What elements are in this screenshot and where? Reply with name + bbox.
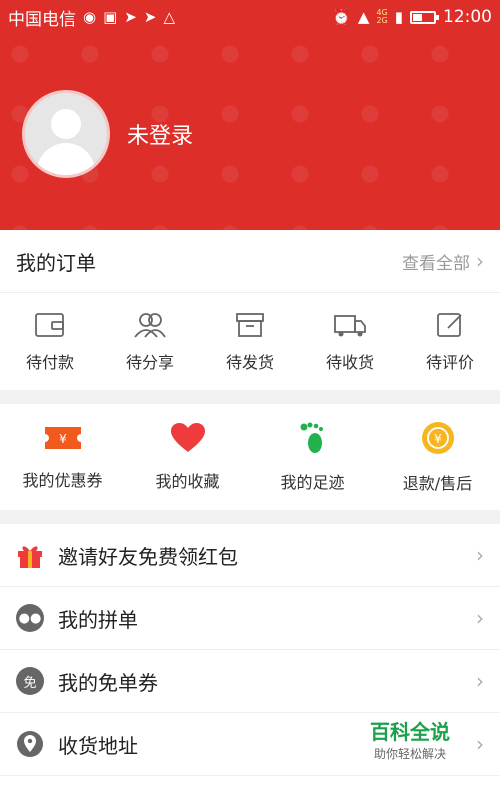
watermark-logo: 百科全说 助你轻松解决 [364,714,456,764]
menu-free-coupons[interactable]: 免 我的免单券 › [0,650,500,713]
heart-icon [170,423,205,452]
view-all-orders-link[interactable]: 查看全部 › [402,249,484,274]
network-label: 4G 2G [376,8,388,25]
battery-icon [410,10,439,24]
service-footprint[interactable]: 我的足迹 [250,404,375,510]
group-order-icon: ●● [16,604,44,632]
share-people-icon [134,312,166,338]
order-pending-share[interactable]: 待分享 [100,293,200,390]
coupon-icon: ¥ [44,427,81,449]
chevron-right-icon: › [476,669,484,693]
order-pending-receipt[interactable]: 待收货 [300,293,400,390]
svg-text:¥: ¥ [434,432,442,446]
service-refund[interactable]: ¥ 退款/售后 [375,404,500,510]
location-pin-icon [17,731,43,757]
menu-group-orders[interactable]: ●● 我的拼单 › [0,587,500,650]
gift-icon [18,546,42,568]
status-bar: 中国电信 ◉ ▣ ➤ ➤ △ ⏰ ▲ 4G 2G ▮ 12:00 [0,0,500,34]
order-pending-payment[interactable]: 待付款 [0,293,100,390]
services-card: ¥ 我的优惠券 我的收藏 我的足迹 ¥ 退款/售后 [0,404,500,510]
notification-icon: ➤ [124,7,137,26]
android-icon: △ [163,7,175,26]
login-link[interactable]: 未登录 [127,118,193,150]
chevron-right-icon: › [476,543,484,567]
wallet-icon [35,312,64,337]
orders-title: 我的订单 [16,250,96,275]
truck-icon [334,314,366,336]
clock: 12:00 [443,7,492,27]
notification-icon-2: ➤ [143,7,157,26]
service-coupons[interactable]: ¥ 我的优惠券 [0,404,125,510]
alarm-icon: ⏰ [332,7,351,26]
wechat-icon: ◉ [83,7,97,26]
free-coupon-icon: 免 [16,667,44,695]
orders-card: 我的订单 查看全部 › 待付款 待分享 待发货 待收货 待评价 [0,230,500,390]
edit-review-icon [437,312,462,337]
chevron-right-icon: › [476,732,484,756]
svg-text:¥: ¥ [59,432,67,446]
order-pending-review[interactable]: 待评价 [400,293,500,390]
footprint-icon [300,422,323,453]
package-box-icon [236,312,264,337]
profile-header: 未登录 [0,34,500,230]
service-favorites[interactable]: 我的收藏 [125,404,250,510]
order-pending-delivery[interactable]: 待发货 [200,293,300,390]
image-icon: ▣ [103,7,118,26]
signal-icon: ▮ [394,7,403,26]
menu-invite-friends[interactable]: 邀请好友免费领红包 › [0,524,500,587]
avatar[interactable] [22,90,110,178]
carrier-label: 中国电信 [8,9,76,30]
chevron-right-icon: › [476,606,484,630]
chevron-right-icon: › [476,249,484,273]
wifi-icon: ▲ [357,7,370,26]
refund-icon: ¥ [421,422,454,454]
